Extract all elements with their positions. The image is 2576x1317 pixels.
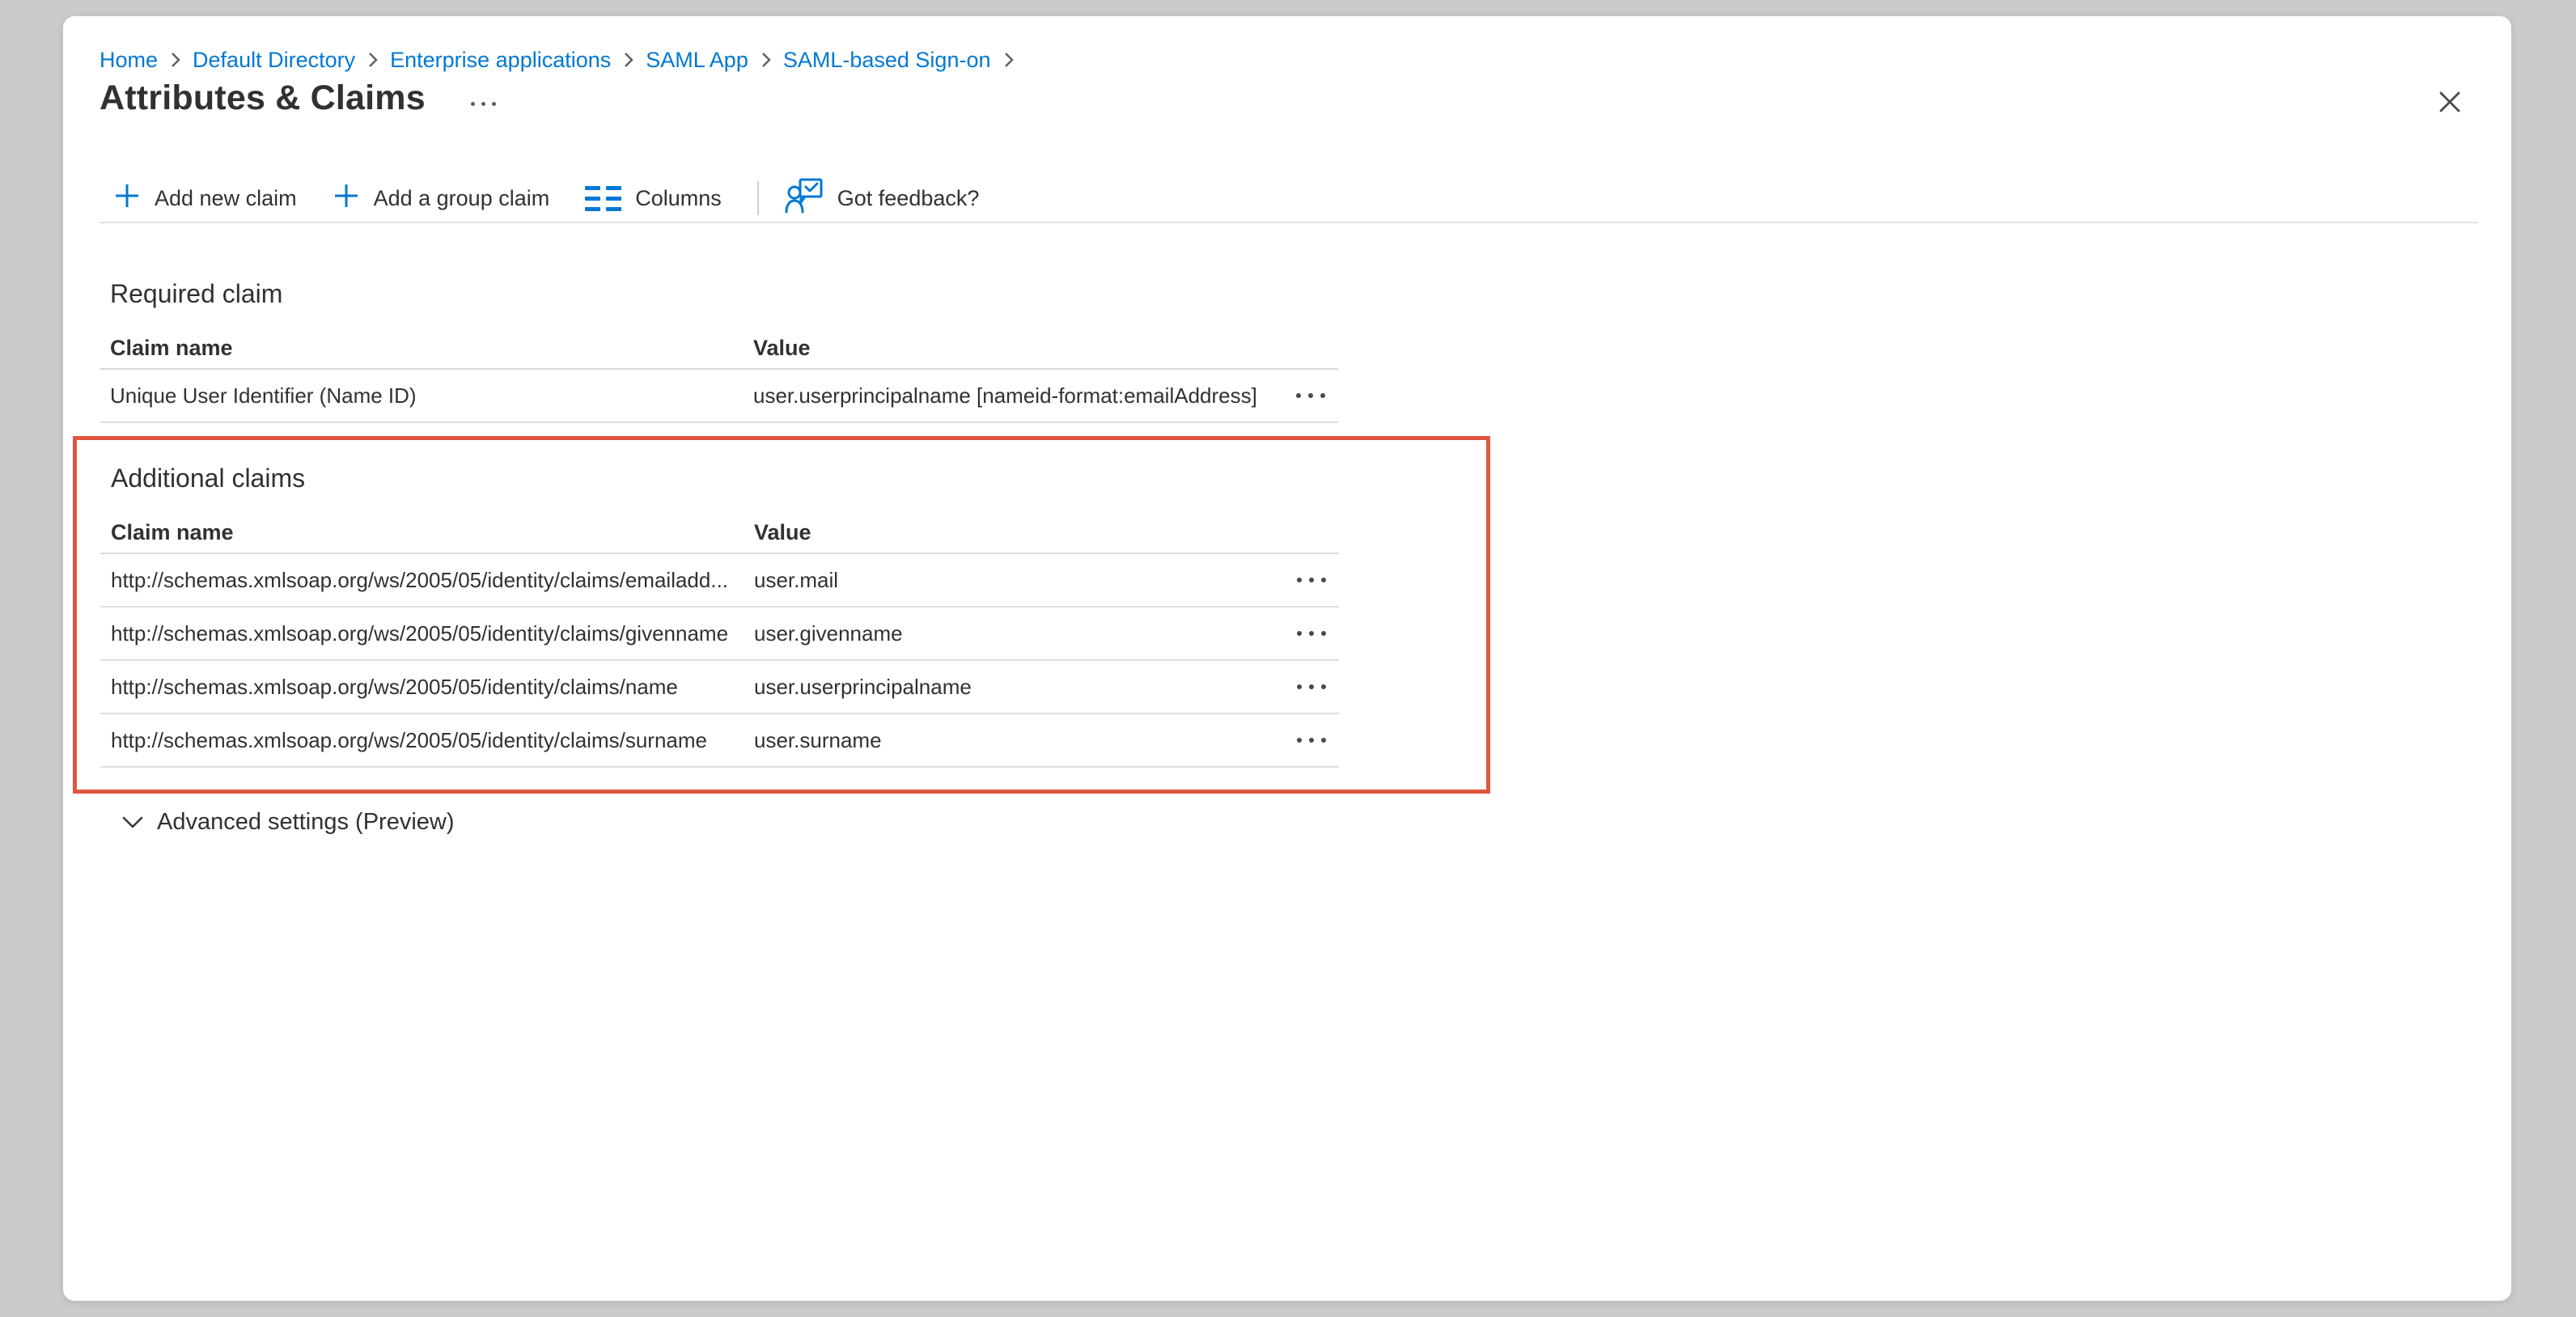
add-group-claim-label: Add a group claim [374,186,550,211]
row-menu-icon[interactable] [1277,578,1339,582]
breadcrumb-saml-app[interactable]: SAML App [646,45,748,74]
got-feedback-label: Got feedback? [837,186,980,211]
claim-name-cell: Unique User Identifier (Name ID) [100,383,753,409]
page-title: Attributes & Claims [100,74,426,121]
table-row[interactable]: http://schemas.xmlsoap.org/ws/2005/05/id… [100,714,1339,768]
claim-value-cell: user.userprincipalname [754,675,1277,700]
toolbar-divider [757,181,759,215]
value-column-header: Value [753,336,1277,361]
table-header-row: Claim name Value [100,328,1338,370]
title-bar: Attributes & Claims [100,74,501,121]
close-icon[interactable] [2430,83,2469,121]
advanced-settings-toggle[interactable]: Advanced settings (Preview) [121,809,455,836]
claim-name-cell: http://schemas.xmlsoap.org/ws/2005/05/id… [100,568,754,593]
claim-value-cell: user.mail [754,568,1277,593]
plus-icon [113,182,141,215]
add-new-claim-label: Add new claim [155,186,297,211]
columns-label: Columns [635,186,722,211]
more-menu-icon[interactable] [466,97,501,111]
attributes-claims-panel: Home Default Directory Enterprise applic… [63,16,2511,1301]
breadcrumb-chevron-icon [760,50,772,70]
breadcrumb-default-directory[interactable]: Default Directory [193,45,355,74]
claim-name-cell: http://schemas.xmlsoap.org/ws/2005/05/id… [100,728,754,753]
feedback-icon [785,177,824,220]
claim-value-cell: user.userprincipalname [nameid-format:em… [753,383,1277,409]
table-row[interactable]: Unique User Identifier (Name ID) user.us… [100,370,1338,423]
add-new-claim-button[interactable]: Add new claim [110,177,300,220]
add-group-claim-button[interactable]: Add a group claim [329,177,553,220]
additional-claims-highlight-box: Additional claims Claim name Value http:… [73,436,1490,794]
breadcrumb-chevron-icon [366,50,379,70]
got-feedback-button[interactable]: Got feedback? [782,172,983,225]
plus-icon [333,182,360,215]
table-row[interactable]: http://schemas.xmlsoap.org/ws/2005/05/id… [100,608,1339,661]
columns-icon [585,186,621,211]
table-header-row: Claim name Value [100,512,1339,554]
additional-claims-table: Claim name Value http://schemas.xmlsoap.… [100,512,1339,768]
row-menu-icon[interactable] [1277,393,1338,398]
row-menu-icon[interactable] [1277,738,1339,743]
breadcrumb-home[interactable]: Home [100,45,158,74]
required-claim-table: Claim name Value Unique User Identifier … [100,328,1338,423]
table-row[interactable]: http://schemas.xmlsoap.org/ws/2005/05/id… [100,554,1339,608]
row-menu-icon[interactable] [1277,684,1339,689]
breadcrumb-chevron-icon [169,50,181,70]
required-claim-section: Required claim Claim name Value Unique U… [100,277,1338,423]
table-row[interactable]: http://schemas.xmlsoap.org/ws/2005/05/id… [100,661,1339,714]
claim-name-column-header: Claim name [100,336,753,361]
value-column-header: Value [754,520,1277,545]
command-bar: Add new claim Add a group claim Columns [100,175,2478,223]
claim-value-cell: user.givenname [754,621,1277,646]
required-claim-heading: Required claim [110,277,1338,310]
breadcrumb-chevron-icon [622,50,634,70]
row-menu-icon[interactable] [1277,631,1339,636]
claim-name-column-header: Claim name [100,520,754,545]
breadcrumb-chevron-icon [1002,50,1015,70]
claim-name-cell: http://schemas.xmlsoap.org/ws/2005/05/id… [100,621,754,646]
advanced-settings-label: Advanced settings (Preview) [157,809,455,836]
additional-claims-heading: Additional claims [111,462,1486,494]
breadcrumb: Home Default Directory Enterprise applic… [100,45,1026,74]
claim-value-cell: user.surname [754,728,1277,753]
claim-name-cell: http://schemas.xmlsoap.org/ws/2005/05/id… [100,675,754,700]
breadcrumb-saml-based-sign-on[interactable]: SAML-based Sign-on [783,45,991,74]
breadcrumb-enterprise-applications[interactable]: Enterprise applications [390,45,611,74]
chevron-down-icon [121,809,144,836]
columns-button[interactable]: Columns [582,181,725,216]
